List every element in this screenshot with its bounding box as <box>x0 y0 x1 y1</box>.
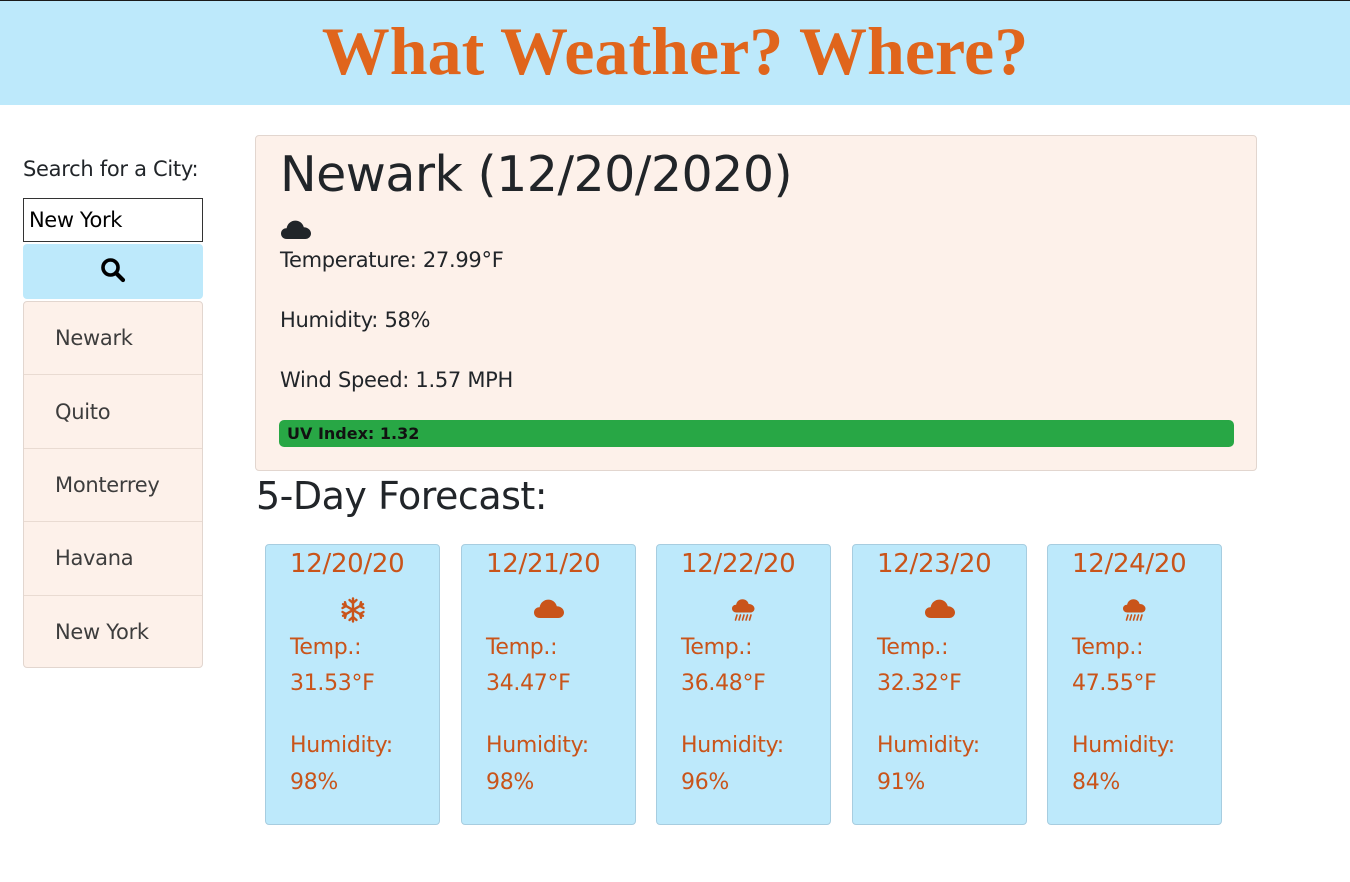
forecast-humidity-label: Humidity: <box>486 733 589 758</box>
uv-index-bar: UV Index: 1.32 <box>279 420 1234 447</box>
forecast-humidity: 98% <box>486 770 534 795</box>
forecast-temp-label: Temp.: <box>877 635 949 660</box>
cloud-icon <box>853 597 1026 619</box>
forecast-card: 12/20/20 Temp.: 31.53°F Humidity: 98% <box>265 544 440 825</box>
forecast-humidity: 91% <box>877 770 925 795</box>
search-history-list: Newark Quito Monterrey Havana New York <box>23 301 203 668</box>
forecast-title: 5-Day Forecast: <box>256 474 548 518</box>
page-title: What Weather? Where? <box>321 13 1029 89</box>
forecast-date: 12/20/20 <box>290 549 405 579</box>
cloud-rain-icon <box>657 597 830 623</box>
cloud-icon <box>280 218 312 244</box>
forecast-temp: 31.53°F <box>290 671 375 696</box>
forecast-humidity: 84% <box>1072 770 1120 795</box>
current-temperature: Temperature: 27.99°F <box>280 248 504 272</box>
current-humidity: Humidity: 58% <box>280 308 431 332</box>
forecast-temp-label: Temp.: <box>1072 635 1144 660</box>
forecast-temp: 36.48°F <box>681 671 766 696</box>
current-weather-panel: Newark (12/20/2020) Temperature: 27.99°F… <box>255 135 1257 471</box>
cloud-icon <box>462 597 635 619</box>
forecast-humidity-label: Humidity: <box>681 733 784 758</box>
search-label: Search for a City: <box>23 157 199 181</box>
forecast-humidity-label: Humidity: <box>290 733 393 758</box>
forecast-temp-label: Temp.: <box>290 635 362 660</box>
forecast-date: 12/24/20 <box>1072 549 1187 579</box>
forecast-humidity-label: Humidity: <box>1072 733 1175 758</box>
current-city-title: Newark (12/20/2020) <box>280 146 793 203</box>
forecast-temp: 34.47°F <box>486 671 571 696</box>
forecast-date: 12/23/20 <box>877 549 992 579</box>
current-wind-speed: Wind Speed: 1.57 MPH <box>280 368 514 392</box>
cloud-rain-icon <box>1048 597 1221 623</box>
forecast-temp-label: Temp.: <box>681 635 753 660</box>
history-item-havana[interactable]: Havana <box>24 522 202 596</box>
city-search-input[interactable] <box>23 198 203 242</box>
forecast-humidity-label: Humidity: <box>877 733 980 758</box>
history-item-newark[interactable]: Newark <box>24 302 202 376</box>
search-button[interactable] <box>23 244 203 299</box>
forecast-card: 12/23/20 Temp.: 32.32°F Humidity: 91% <box>852 544 1027 825</box>
snowflake-icon <box>266 597 439 623</box>
forecast-humidity: 98% <box>290 770 338 795</box>
forecast-temp-label: Temp.: <box>486 635 558 660</box>
forecast-temp: 32.32°F <box>877 671 962 696</box>
forecast-date: 12/22/20 <box>681 549 796 579</box>
forecast-card: 12/21/20 Temp.: 34.47°F Humidity: 98% <box>461 544 636 825</box>
forecast-humidity: 96% <box>681 770 729 795</box>
forecast-card: 12/24/20 Temp.: 47.55°F Humidity: 84% <box>1047 544 1222 825</box>
page-header: What Weather? Where? <box>0 0 1350 105</box>
forecast-temp: 47.55°F <box>1072 671 1157 696</box>
forecast-card: 12/22/20 Temp.: 36.48°F Humidity: 96% <box>656 544 831 825</box>
history-item-monterrey[interactable]: Monterrey <box>24 449 202 523</box>
history-item-new-york[interactable]: New York <box>24 596 202 667</box>
forecast-date: 12/21/20 <box>486 549 601 579</box>
search-icon <box>100 257 126 286</box>
history-item-quito[interactable]: Quito <box>24 375 202 449</box>
